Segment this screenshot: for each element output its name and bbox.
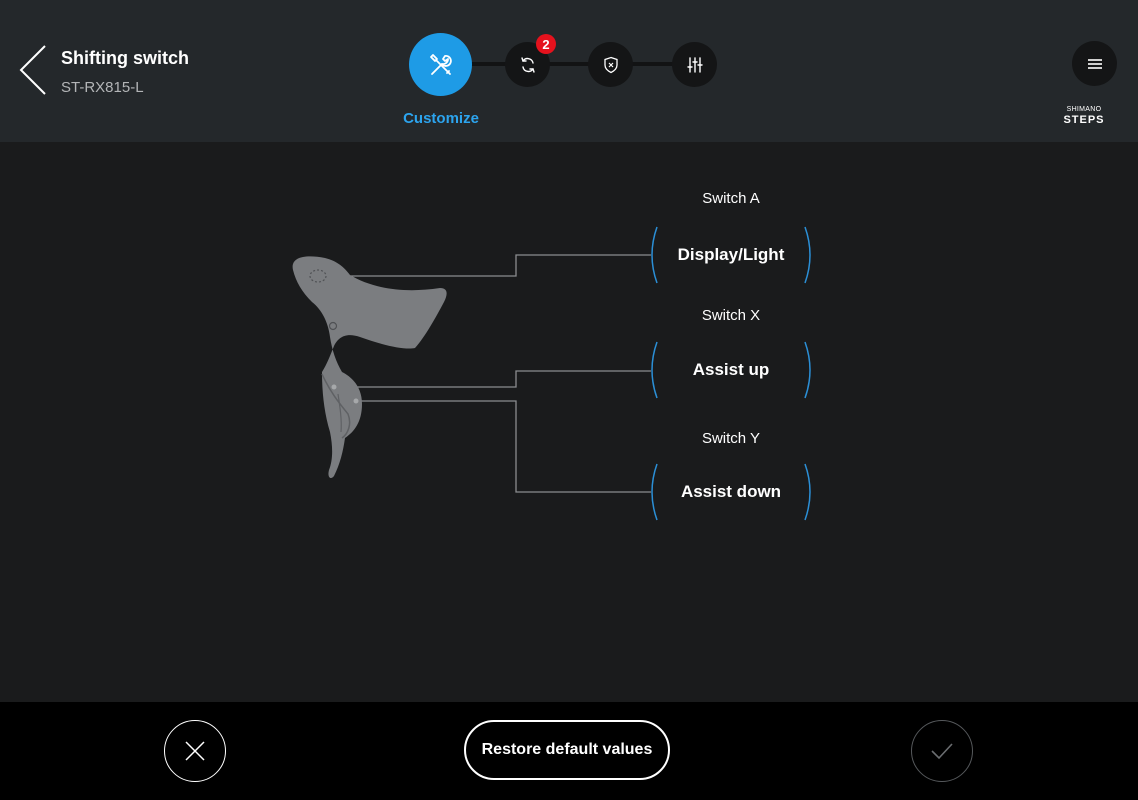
step-settings[interactable] <box>672 42 717 87</box>
restore-defaults-button[interactable]: Restore default values <box>464 720 670 780</box>
sliders-icon <box>686 56 703 73</box>
step-customize[interactable] <box>409 33 472 96</box>
step-connector <box>470 62 510 66</box>
shift-lever-diagram <box>292 254 651 493</box>
lever-body <box>292 256 447 478</box>
switch-config-area: Switch A Display/Light Switch X Assist u… <box>0 142 1138 702</box>
close-icon <box>185 741 205 761</box>
switch-x-value: Assist up <box>692 360 770 379</box>
switch-y-button[interactable]: Assist down <box>651 462 811 522</box>
switch-y-label: Switch Y <box>701 430 761 447</box>
notification-badge: 2 <box>536 34 556 54</box>
step-connector <box>631 62 676 66</box>
active-step-label: Customize <box>403 110 479 127</box>
cancel-button[interactable] <box>164 720 226 782</box>
confirm-button[interactable] <box>911 720 973 782</box>
header-bar: Shifting switch ST-RX815-L 2 Customize S… <box>0 0 1138 142</box>
step-shield[interactable] <box>588 42 633 87</box>
menu-icon <box>1087 58 1102 69</box>
checkmark-icon <box>931 743 953 760</box>
switch-x-label: Switch X <box>701 307 761 324</box>
brand-name: SHIMANO <box>1066 106 1102 113</box>
device-model: ST-RX815-L <box>61 79 144 96</box>
shield-icon <box>603 56 618 73</box>
page-title: Shifting switch <box>61 48 189 68</box>
brand-product: STEPS <box>1063 114 1105 126</box>
switch-x-marker <box>331 384 337 390</box>
switch-a-button[interactable]: Display/Light <box>651 225 811 285</box>
switch-y-marker <box>353 398 359 404</box>
switch-a-label: Switch A <box>702 190 760 207</box>
menu-button[interactable] <box>1072 41 1117 86</box>
switch-a-value: Display/Light <box>677 245 785 264</box>
switch-y-value: Assist down <box>680 482 782 501</box>
brand-logo: SHIMANO STEPS <box>1058 106 1110 126</box>
back-button[interactable] <box>14 42 54 102</box>
step-connector <box>548 62 593 66</box>
switch-x-button[interactable]: Assist up <box>651 340 811 400</box>
sync-icon <box>520 56 535 73</box>
wrench-screwdriver-icon <box>429 53 452 75</box>
chevron-left-icon <box>19 45 46 95</box>
footer-bar: Restore default values <box>0 702 1138 800</box>
